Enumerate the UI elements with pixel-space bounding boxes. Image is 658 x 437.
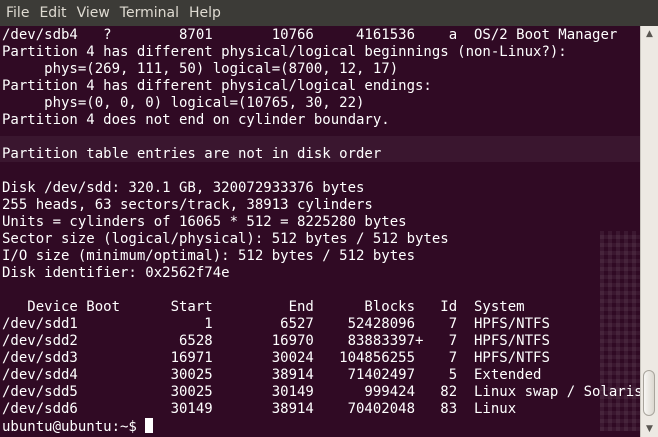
terminal-line: /dev/sdd6 30149 38914 70402048 83 Linux <box>2 401 517 417</box>
menu-file[interactable]: File <box>0 0 34 26</box>
terminal-text: /dev/sdb4 ? 8701 10766 4161536 a OS/2 Bo… <box>2 27 640 435</box>
menu-edit[interactable]: Edit <box>34 0 71 26</box>
terminal-line: /dev/sdd2 6528 16970 83883397+ 7 HPFS/NT… <box>2 333 550 349</box>
menu-terminal[interactable]: Terminal <box>115 0 184 26</box>
menu-bar: File Edit View Terminal Help <box>0 0 658 26</box>
terminal-line: Disk /dev/sdd: 320.1 GB, 320072933376 by… <box>2 180 365 196</box>
terminal-line: Partition 4 has different physical/logic… <box>2 78 432 94</box>
terminal-output-area[interactable]: /dev/sdb4 ? 8701 10766 4161536 a OS/2 Bo… <box>0 26 640 437</box>
terminal-line: phys=(0, 0, 0) logical=(10765, 30, 22) <box>2 95 365 111</box>
terminal-line: Partition 4 has different physical/logic… <box>2 44 567 60</box>
terminal-line: Disk identifier: 0x2562f74e <box>2 265 230 281</box>
scroll-up-arrow-icon[interactable]: ▲ <box>641 26 658 42</box>
terminal-line: Partition table entries are not in disk … <box>2 146 382 162</box>
shell-prompt: ubuntu@ubuntu:~$ <box>2 419 146 435</box>
terminal-line: 255 heads, 63 sectors/track, 38913 cylin… <box>2 197 373 213</box>
scroll-down-arrow-icon[interactable]: ▼ <box>641 421 658 437</box>
terminal-line: Sector size (logical/physical): 512 byte… <box>2 231 449 247</box>
terminal-line: /dev/sdd3 16971 30024 104856255 7 HPFS/N… <box>2 350 550 366</box>
terminal-line: I/O size (minimum/optimal): 512 bytes / … <box>2 248 416 264</box>
menu-view[interactable]: View <box>72 0 115 26</box>
terminal-line: Partition 4 does not end on cylinder bou… <box>2 112 390 128</box>
terminal-line: /dev/sdd4 30025 38914 71402497 5 Extende… <box>2 367 542 383</box>
shell-prompt-line[interactable]: ubuntu@ubuntu:~$ <box>2 418 640 435</box>
terminal-line: Units = cylinders of 16065 * 512 = 82252… <box>2 214 407 230</box>
terminal-window: File Edit View Terminal Help /dev/sdb4 ?… <box>0 0 658 437</box>
terminal-line: /dev/sdd5 30025 30149 999424 82 Linux sw… <box>2 384 640 400</box>
scrollbar-thumb[interactable] <box>643 370 655 416</box>
terminal-line: /dev/sdb4 ? 8701 10766 4161536 a OS/2 Bo… <box>2 27 618 43</box>
menu-help[interactable]: Help <box>184 0 226 26</box>
text-cursor <box>145 418 154 433</box>
vertical-scrollbar[interactable]: ▲ ▼ <box>640 26 658 437</box>
terminal-line: phys=(269, 111, 50) logical=(8700, 12, 1… <box>2 61 399 77</box>
terminal-line: Device Boot Start End Blocks Id System <box>2 299 525 315</box>
terminal-line: /dev/sdd1 1 6527 52428096 7 HPFS/NTFS <box>2 316 550 332</box>
